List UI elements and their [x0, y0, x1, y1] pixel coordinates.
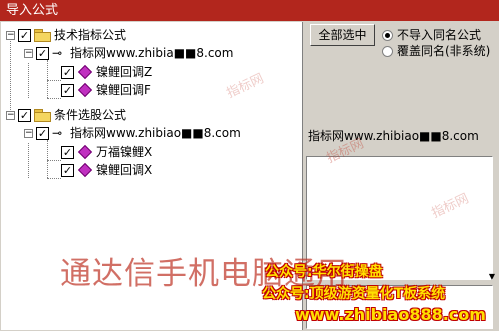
checkbox-technical[interactable]: ✓	[18, 28, 31, 42]
tree-label-screening-source: 指标网www.zhibiao■■8.com	[70, 126, 241, 140]
tree-item-label: 万福镍鲤X	[96, 145, 153, 159]
collapse-icon[interactable]: −	[6, 30, 15, 40]
formula-info-text: 指标网www.zhibiao■■8.com	[308, 129, 479, 143]
checkbox-item[interactable]: ✓	[61, 145, 74, 159]
tree-item[interactable]: ✓ 镍鲤回调X	[61, 161, 152, 179]
folder-icon	[34, 29, 51, 42]
checkbox-screening-source[interactable]: ✓	[36, 126, 49, 140]
tree-node-technical-source[interactable]: − ✓ ⊸ 指标网www.zhibia■■8.com	[24, 44, 233, 62]
tree-label-screening: 条件选股公式	[54, 108, 127, 122]
checkbox-screening[interactable]: ✓	[18, 108, 31, 122]
window-title: 导入公式	[6, 3, 59, 18]
promo-line-1: 公众号:华尔街操盘	[265, 264, 383, 280]
radio-label-overwrite: 覆盖同名(非系统)	[397, 44, 491, 58]
tree-item[interactable]: ✓ 万福镍鲤X	[61, 143, 152, 161]
tree-node-screening-source[interactable]: − ✓ ⊸ 指标网www.zhibiao■■8.com	[24, 124, 241, 142]
tree-node-technical[interactable]: − ✓ 技术指标公式	[6, 26, 126, 44]
formula-icon	[77, 144, 93, 160]
formula-icon	[77, 162, 93, 178]
radio-label-no-import: 不导入同名公式	[397, 28, 482, 42]
checkbox-item[interactable]: ✓	[61, 65, 74, 79]
tree-node-screening[interactable]: − ✓ 条件选股公式	[6, 106, 126, 124]
select-all-button[interactable]: 全部选中	[310, 24, 375, 46]
scroll-down-icon[interactable]: ▼	[489, 272, 495, 281]
formula-icon	[77, 82, 93, 98]
radio-overwrite[interactable]: 覆盖同名(非系统)	[382, 43, 490, 59]
folder-icon	[34, 109, 51, 122]
tree-item-label: 镍鲤回调Z	[96, 65, 153, 79]
radio-selected-icon[interactable]	[382, 29, 393, 41]
radio-no-import[interactable]: 不导入同名公式	[382, 27, 481, 43]
checkbox-item[interactable]: ✓	[61, 163, 74, 177]
collapse-icon[interactable]: −	[24, 128, 33, 138]
radio-unselected-icon[interactable]	[382, 45, 393, 57]
tree-item-label: 镍鲤回调X	[96, 163, 153, 177]
promo-site-url: www.zhibiao888.com	[295, 305, 486, 324]
title-bar: 导入公式	[0, 0, 499, 21]
tree-label-technical: 技术指标公式	[54, 28, 127, 42]
checkbox-item[interactable]: ✓	[61, 83, 74, 97]
formula-icon	[77, 64, 93, 80]
checkbox-technical-source[interactable]: ✓	[36, 46, 49, 60]
key-icon: ⊸	[52, 46, 63, 60]
promo-line-2: 公众号:顶级游资量化T板系统	[262, 286, 446, 302]
tree-item[interactable]: ✓ 镍鲤回调F	[61, 81, 151, 99]
tree-item[interactable]: ✓ 镍鲤回调Z	[61, 63, 152, 81]
tree-item-label: 镍鲤回调F	[96, 83, 151, 97]
tree-label-technical-source: 指标网www.zhibia■■8.com	[70, 46, 234, 60]
key-icon: ⊸	[52, 126, 63, 140]
collapse-icon[interactable]: −	[6, 110, 15, 120]
collapse-icon[interactable]: −	[24, 48, 33, 58]
